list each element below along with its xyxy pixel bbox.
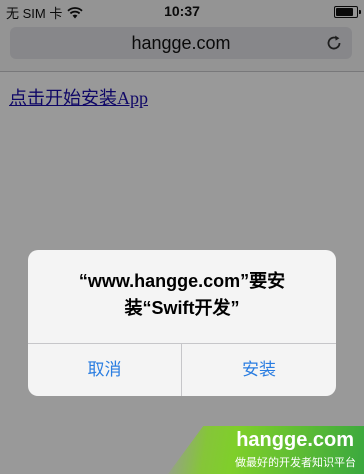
cancel-button[interactable]: 取消 xyxy=(28,344,181,396)
modal-overlay xyxy=(0,0,364,474)
install-button[interactable]: 安装 xyxy=(182,344,336,396)
watermark-subtitle: 做最好的开发者知识平台 xyxy=(235,457,356,469)
watermark-title: hangge.com xyxy=(236,429,354,451)
alert-message: “www.hangge.com”要安 装“Swift开发” xyxy=(48,268,316,322)
install-alert-dialog: “www.hangge.com”要安 装“Swift开发” 取消 安装 xyxy=(28,250,336,396)
alert-message-line2: 装“Swift开发” xyxy=(124,298,240,318)
alert-message-line1: “www.hangge.com”要安 xyxy=(78,271,286,291)
